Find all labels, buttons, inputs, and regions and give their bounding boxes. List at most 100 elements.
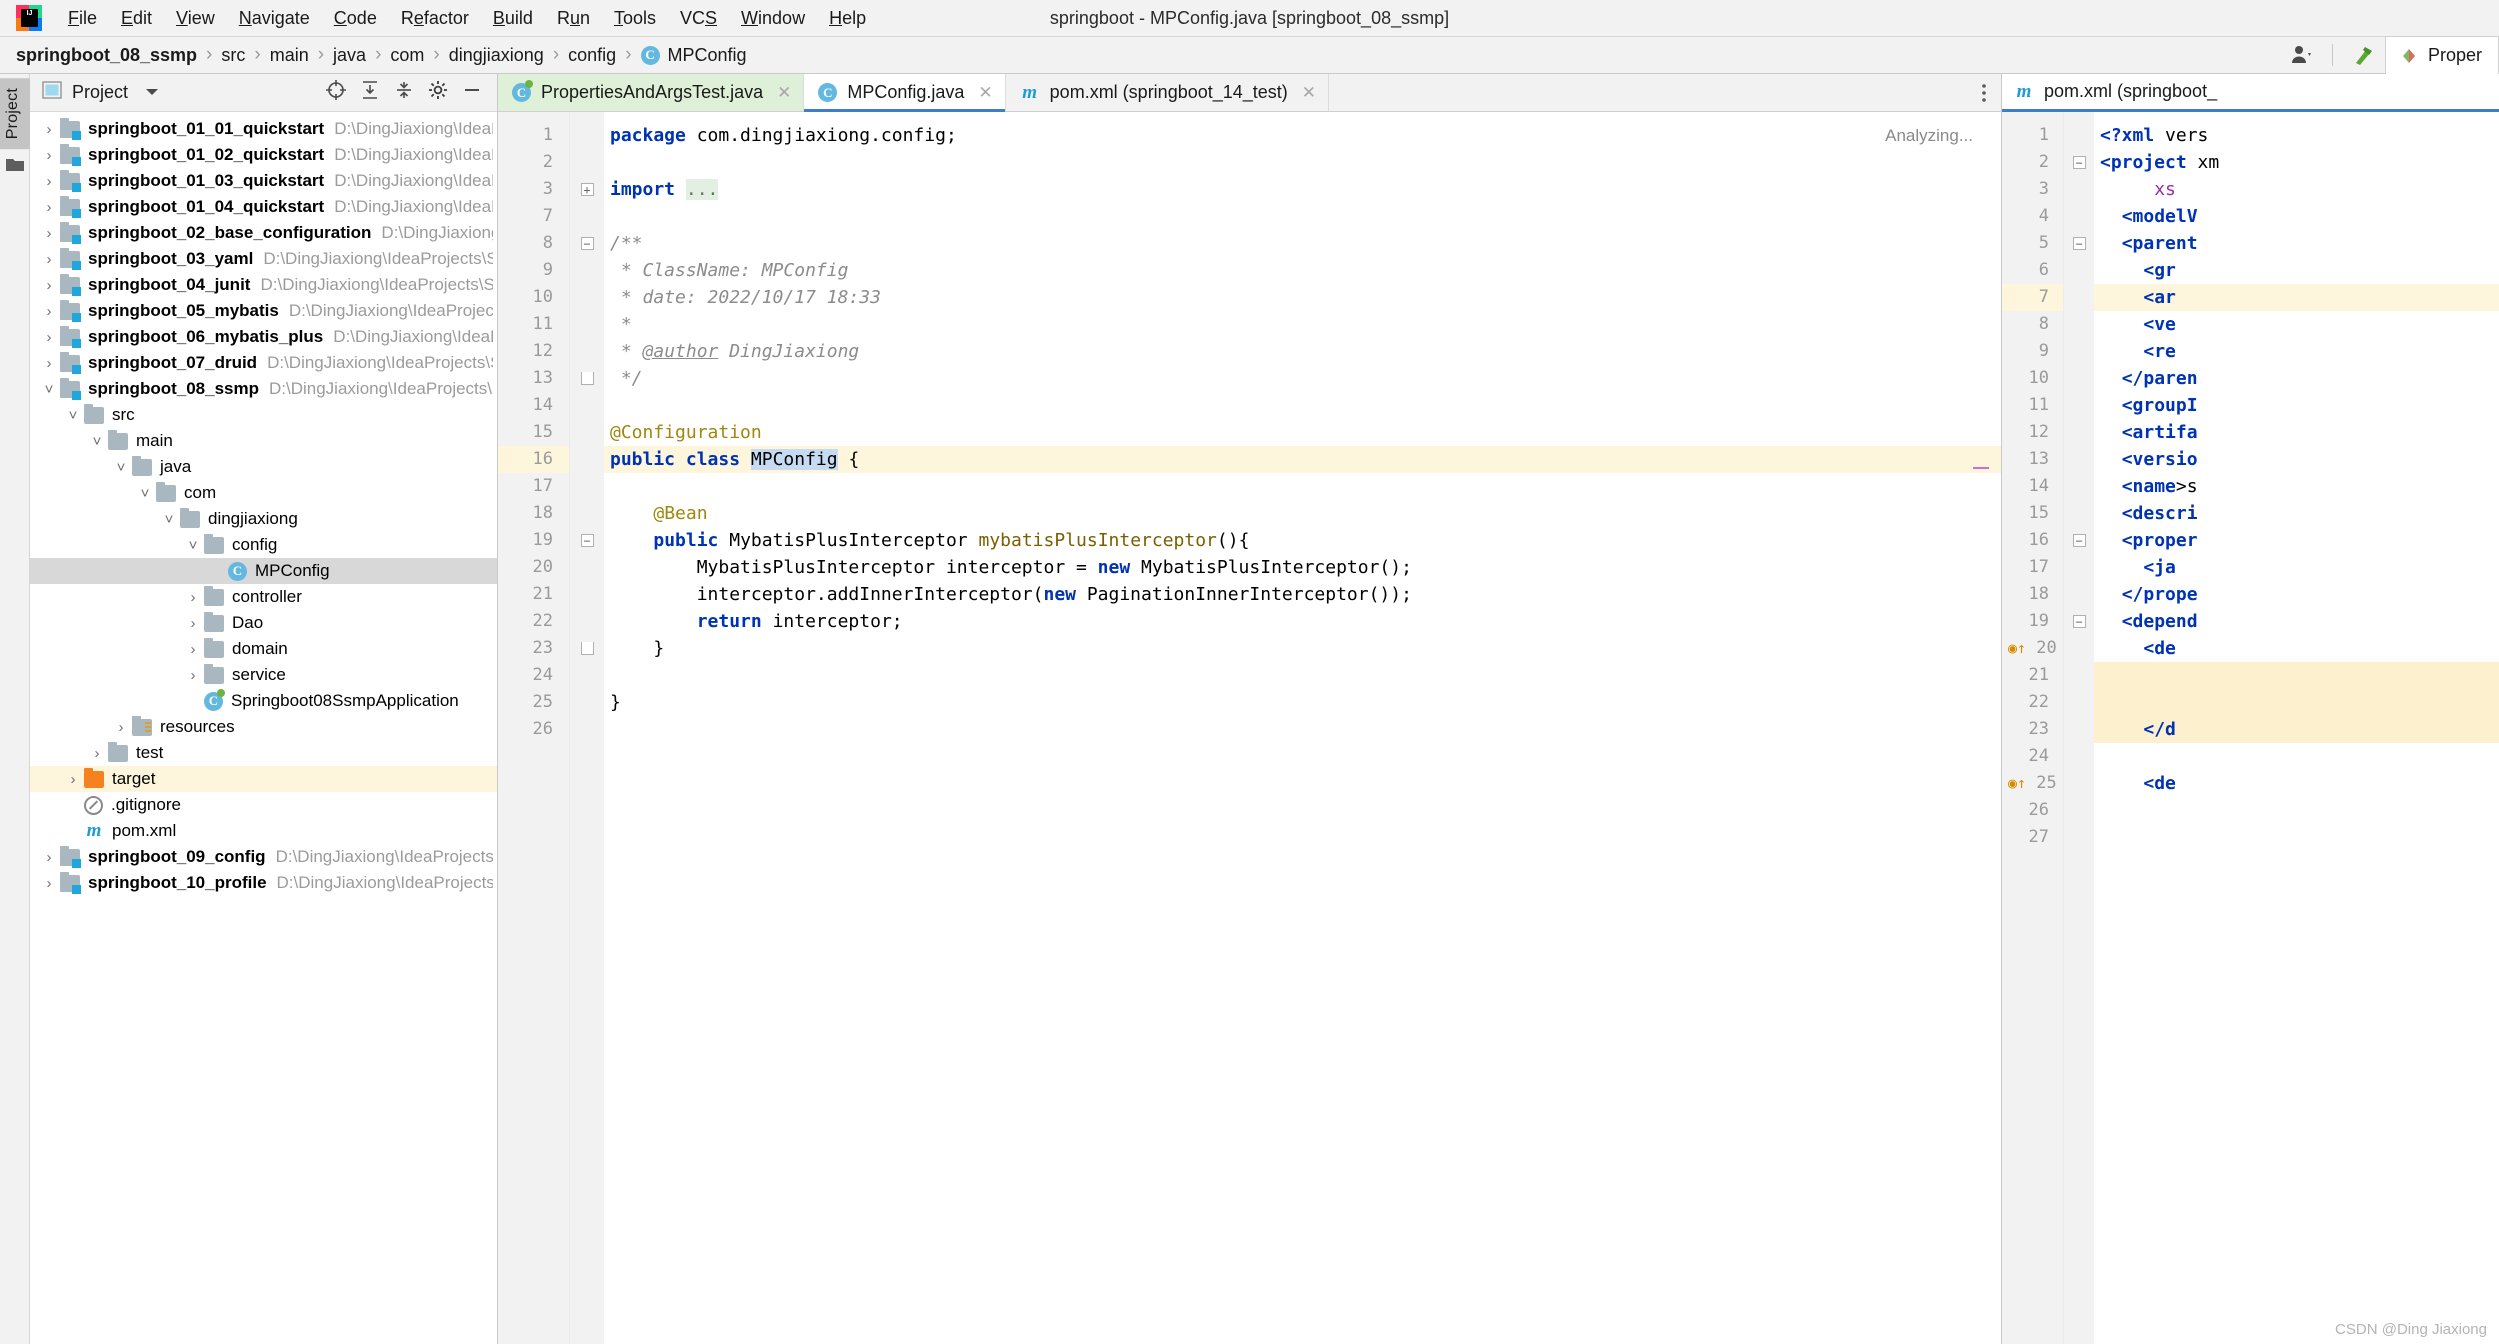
xml-fold-toggle[interactable]: − xyxy=(2064,527,2094,554)
xml-fold-toggle[interactable]: − xyxy=(2064,230,2094,257)
menu-window[interactable]: Window xyxy=(729,6,817,31)
fold-toggle-minus[interactable]: − xyxy=(570,527,604,554)
chevron-right-icon[interactable]: › xyxy=(62,772,84,787)
hide-panel-icon[interactable] xyxy=(461,79,483,106)
chevron-right-icon[interactable]: › xyxy=(38,252,60,267)
menu-tools[interactable]: Tools xyxy=(602,6,668,31)
breadcrumb-item-java[interactable]: java xyxy=(333,45,366,66)
chevron-right-icon[interactable]: › xyxy=(182,590,204,605)
chevron-right-icon[interactable]: › xyxy=(38,876,60,891)
chevron-right-icon[interactable]: › xyxy=(182,642,204,657)
chevron-right-icon[interactable]: › xyxy=(110,720,132,735)
menu-code[interactable]: Code xyxy=(322,6,389,31)
tree-node[interactable]: ˅ com xyxy=(30,480,497,506)
tree-node[interactable]: .gitignore xyxy=(30,792,497,818)
chevron-down-icon[interactable]: ˅ xyxy=(134,486,156,501)
chevron-right-icon[interactable]: › xyxy=(38,148,60,163)
dependency-marker-icon[interactable]: ◉↑ xyxy=(2008,639,2026,657)
tool-tab-project[interactable]: Project xyxy=(0,78,30,150)
tree-node[interactable]: › springboot_01_03_quickstart D:\DingJiaxi… xyxy=(30,168,497,194)
tree-node[interactable]: › springboot_01_02_quickstart D:\DingJiaxi… xyxy=(30,142,497,168)
xml-fold-column[interactable]: − − − − xyxy=(2064,112,2094,1344)
menu-refactor[interactable]: Refactor xyxy=(389,6,481,31)
chevron-down-icon[interactable]: ˅ xyxy=(182,538,204,553)
chevron-down-icon[interactable]: ˅ xyxy=(38,382,60,397)
chevron-right-icon[interactable]: › xyxy=(38,356,60,371)
editor-tab[interactable]: m pom.xml (springboot_14_test) ✕ xyxy=(1006,74,1330,111)
menu-build[interactable]: Build xyxy=(481,6,545,31)
tree-node[interactable]: › service xyxy=(30,662,497,688)
tree-node[interactable]: › domain xyxy=(30,636,497,662)
editor-code[interactable]: Analyzing... package com.dingjiaxiong.co… xyxy=(604,112,2001,1344)
fold-toggle-minus[interactable]: − xyxy=(570,230,604,257)
structure-folder-icon[interactable] xyxy=(5,157,24,172)
tree-node[interactable]: ˅ main xyxy=(30,428,497,454)
properties-tool-tab[interactable]: Proper xyxy=(2384,36,2499,74)
hammer-build-icon[interactable] xyxy=(2343,37,2383,73)
menu-navigate[interactable]: Navigate xyxy=(227,6,322,31)
tree-node[interactable]: › controller xyxy=(30,584,497,610)
menu-file[interactable]: File xyxy=(56,6,109,31)
collapse-all-icon[interactable] xyxy=(393,79,415,106)
tree-node[interactable]: C Springboot08SsmpApplication xyxy=(30,688,497,714)
project-tree[interactable]: › springboot_01_01_quickstart D:\DingJiaxi… xyxy=(30,112,497,1344)
dependency-marker-icon[interactable]: ◉↑ xyxy=(2008,774,2026,792)
gear-icon[interactable] xyxy=(427,79,449,106)
tree-node[interactable]: › springboot_01_01_quickstart D:\DingJiaxi… xyxy=(30,116,497,142)
editor-tab[interactable]: C PropertiesAndArgsTest.java ✕ xyxy=(498,74,805,111)
chevron-right-icon[interactable]: › xyxy=(38,850,60,865)
tree-node[interactable]: › target xyxy=(30,766,497,792)
tree-node[interactable]: › resources xyxy=(30,714,497,740)
chevron-right-icon[interactable]: › xyxy=(38,226,60,241)
chevron-right-icon[interactable]: › xyxy=(38,200,60,215)
chevron-right-icon[interactable]: › xyxy=(38,304,60,319)
breadcrumb-item-src[interactable]: src xyxy=(221,45,245,66)
chevron-right-icon[interactable]: › xyxy=(182,616,204,631)
xml-code[interactable]: CSDN @Ding Jiaxiong <?xml vers <project x… xyxy=(2094,112,2499,1344)
chevron-right-icon[interactable]: › xyxy=(38,278,60,293)
chevron-down-icon[interactable]: ˅ xyxy=(110,460,132,475)
tree-node[interactable]: ˅ src xyxy=(30,402,497,428)
editor-tab[interactable]: C MPConfig.java ✕ xyxy=(804,74,1006,112)
tree-node[interactable]: › springboot_10_profile D:\DingJiaxiong\Id… xyxy=(30,870,497,896)
chevron-down-icon[interactable]: ˅ xyxy=(86,434,108,449)
chevron-right-icon[interactable]: › xyxy=(38,122,60,137)
menu-run[interactable]: Run xyxy=(545,6,602,31)
close-icon[interactable]: ✕ xyxy=(978,83,992,103)
editor-tab-options-icon[interactable] xyxy=(1967,74,2001,111)
locate-target-icon[interactable] xyxy=(325,79,347,106)
tree-node[interactable]: ˅ java xyxy=(30,454,497,480)
close-icon[interactable]: ✕ xyxy=(1302,83,1316,103)
fold-toggle-brace[interactable] xyxy=(570,365,604,392)
chevron-right-icon[interactable]: › xyxy=(182,668,204,683)
breadcrumb-item-main[interactable]: main xyxy=(270,45,309,66)
breadcrumb-item-config[interactable]: config xyxy=(568,45,616,66)
menu-vcs[interactable]: VCS xyxy=(668,6,729,31)
tree-node[interactable]: ˅ config xyxy=(30,532,497,558)
tree-node[interactable]: › test xyxy=(30,740,497,766)
breadcrumb-item-mpconfig[interactable]: C MPConfig xyxy=(640,45,747,66)
tree-node[interactable]: › springboot_09_config D:\DingJiaxiong\Ide… xyxy=(30,844,497,870)
menu-help[interactable]: Help xyxy=(817,6,878,31)
tree-node[interactable]: › springboot_03_yaml D:\DingJiaxiong\IdeaP… xyxy=(30,246,497,272)
breadcrumb-item-springboot_08_ssmp[interactable]: springboot_08_ssmp xyxy=(16,45,197,66)
tree-node[interactable]: ˅ springboot_08_ssmp D:\DingJiaxiong\IdeaP… xyxy=(30,376,497,402)
editor-fold-column[interactable]: + − − xyxy=(570,112,604,1344)
tree-node[interactable]: ˅ dingjiaxiong xyxy=(30,506,497,532)
chevron-right-icon[interactable]: › xyxy=(86,746,108,761)
tree-node[interactable]: › Dao xyxy=(30,610,497,636)
expand-all-icon[interactable] xyxy=(359,79,381,106)
chevron-right-icon[interactable]: › xyxy=(38,330,60,345)
chevron-down-icon[interactable]: ˅ xyxy=(158,512,180,527)
breadcrumb-item-com[interactable]: com xyxy=(390,45,424,66)
fold-toggle-plus[interactable]: + xyxy=(570,176,604,203)
chevron-down-icon[interactable]: ˅ xyxy=(62,408,84,423)
tree-node[interactable]: › springboot_02_base_configuration D:\Ding… xyxy=(30,220,497,246)
tree-node[interactable]: m pom.xml xyxy=(30,818,497,844)
breadcrumb-item-dingjiaxiong[interactable]: dingjiaxiong xyxy=(449,45,544,66)
tree-node[interactable]: C MPConfig xyxy=(30,558,497,584)
menu-view[interactable]: View xyxy=(164,6,227,31)
user-account-icon[interactable] xyxy=(2282,37,2322,73)
tree-node[interactable]: › springboot_01_04_quickstart D:\DingJiaxi… xyxy=(30,194,497,220)
tree-node[interactable]: › springboot_04_junit D:\DingJiaxiong\Idea… xyxy=(30,272,497,298)
